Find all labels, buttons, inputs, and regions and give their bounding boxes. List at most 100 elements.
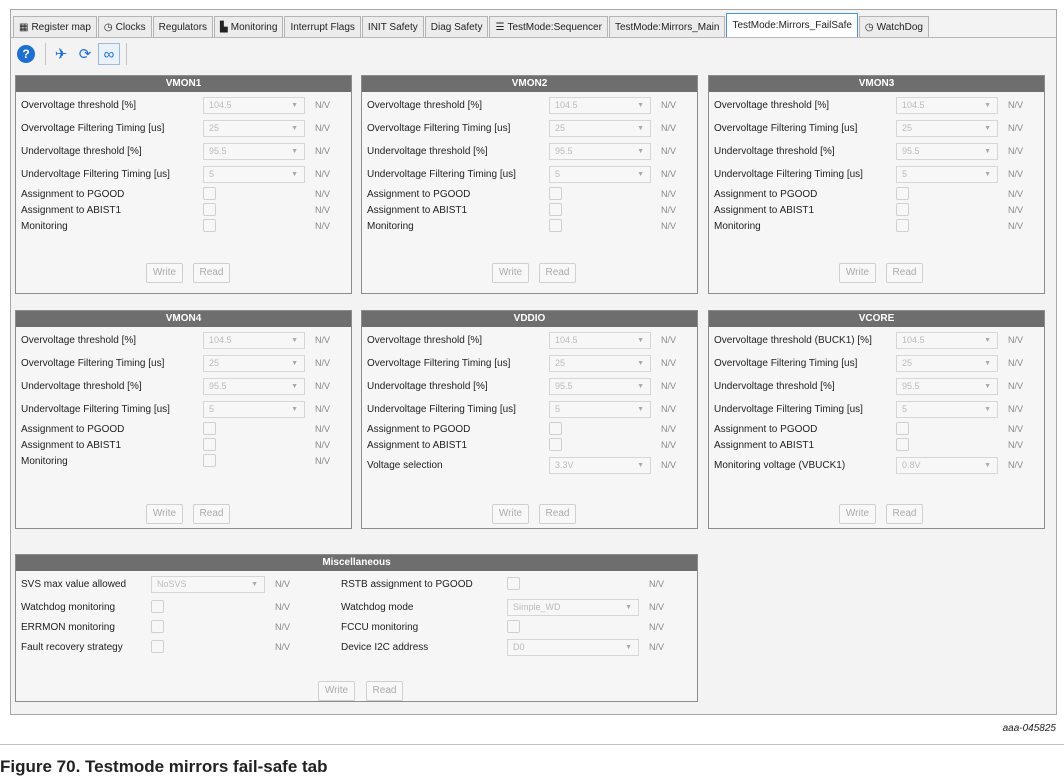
ov-filter-select[interactable]: 25 ▼ — [203, 355, 305, 372]
write-button[interactable]: Write — [146, 504, 183, 524]
uv-filter-row: Undervoltage Filtering Timing [us] 5 ▼ N/V — [362, 400, 697, 420]
ov-filter-select[interactable]: 25 ▼ — [549, 355, 651, 372]
ov-threshold-select[interactable]: 104.5 ▼ — [203, 332, 305, 349]
ov-filter-row: Overvoltage Filtering Timing [us] 25 ▼ N/V — [709, 354, 1044, 374]
tab-testmode-mirrors-failsafe[interactable]: TestMode:Mirrors_FailSafe — [726, 13, 858, 37]
uv-threshold-select[interactable]: 95.5 ▼ — [203, 143, 305, 160]
tab-label: TestMode:Sequencer — [507, 21, 602, 33]
write-button[interactable]: Write — [492, 504, 529, 524]
vmon1-panel: VMON1 Overvoltage threshold [%] 104.5 ▼ N/V… — [15, 75, 352, 294]
abist-label: Assignment to ABIST1 — [367, 205, 468, 216]
abist-checkbox[interactable] — [549, 203, 562, 216]
ov-threshold-select[interactable]: 104.5 ▼ — [896, 332, 998, 349]
write-button[interactable]: Write — [492, 263, 529, 283]
uv-filter-select[interactable]: 5 ▼ — [896, 401, 998, 418]
nv-status: N/V — [315, 358, 331, 368]
pgood-checkbox[interactable] — [549, 422, 562, 435]
abist-checkbox[interactable] — [203, 203, 216, 216]
vmon2-panel: VMON2 Overvoltage threshold [%] 104.5 ▼ N/V… — [361, 75, 698, 294]
read-button[interactable]: Read — [539, 504, 576, 524]
tab-label: Interrupt Flags — [290, 21, 355, 33]
svs-value: NoSVS — [157, 579, 187, 589]
monitoring-checkbox[interactable] — [549, 219, 562, 232]
uv-filter-select[interactable]: 5 ▼ — [549, 401, 651, 418]
ov-threshold-select[interactable]: 104.5 ▼ — [549, 332, 651, 349]
vmon3-title: VMON3 — [709, 76, 1044, 92]
pgood-checkbox[interactable] — [896, 187, 909, 200]
i2c-address-value: D0 — [513, 642, 525, 652]
monitoring-checkbox[interactable] — [896, 219, 909, 232]
voltage-selection-select[interactable]: 3.3V ▼ — [549, 457, 651, 474]
uv-threshold-select[interactable]: 95.5 ▼ — [896, 378, 998, 395]
tab-testmode-sequencer[interactable]: ☰ TestMode:Sequencer — [489, 16, 608, 37]
uv-filter-select[interactable]: 5 ▼ — [549, 166, 651, 183]
read-button[interactable]: Read — [366, 681, 403, 701]
ov-filter-select[interactable]: 25 ▼ — [896, 355, 998, 372]
fccu-checkbox[interactable] — [507, 620, 520, 633]
tab-clocks[interactable]: ◷ Clocks — [97, 16, 152, 37]
tab-register-map[interactable]: ▦ Register map — [13, 16, 97, 37]
write-button[interactable]: Write — [839, 504, 876, 524]
send-button[interactable]: ✈ — [50, 43, 72, 65]
read-button[interactable]: Read — [193, 504, 230, 524]
write-button[interactable]: Write — [839, 263, 876, 283]
uv-threshold-label: Undervoltage threshold [%] — [367, 381, 488, 392]
tab-label: Regulators — [158, 21, 208, 33]
uv-threshold-select[interactable]: 95.5 ▼ — [203, 378, 305, 395]
read-button[interactable]: Read — [886, 504, 923, 524]
uv-threshold-select[interactable]: 95.5 ▼ — [549, 143, 651, 160]
loop-button[interactable]: ∞ — [98, 43, 120, 65]
nv-status: N/V — [315, 424, 331, 434]
help-button[interactable]: ? — [17, 45, 35, 63]
nv-status: N/V — [1008, 358, 1024, 368]
read-button[interactable]: Read — [539, 263, 576, 283]
tab-testmode-mirrors-main[interactable]: TestMode:Mirrors_Main — [608, 16, 726, 37]
monitoring-checkbox[interactable] — [203, 219, 216, 232]
tab-monitoring[interactable]: ▙ Monitoring — [214, 16, 284, 37]
rstb-row: RSTB assignment to PGOOD N/V — [336, 575, 696, 595]
read-button[interactable]: Read — [886, 263, 923, 283]
abist-checkbox[interactable] — [896, 438, 909, 451]
ov-filter-select[interactable]: 25 ▼ — [896, 120, 998, 137]
abist-checkbox[interactable] — [203, 438, 216, 451]
abist-checkbox[interactable] — [549, 438, 562, 451]
i2c-address-select[interactable]: D0 ▼ — [507, 639, 639, 656]
ov-filter-select[interactable]: 25 ▼ — [203, 120, 305, 137]
refresh-button[interactable]: ⟳ — [74, 43, 96, 65]
pgood-checkbox[interactable] — [203, 422, 216, 435]
write-button[interactable]: Write — [318, 681, 355, 701]
ov-filter-select[interactable]: 25 ▼ — [549, 120, 651, 137]
read-button[interactable]: Read — [193, 263, 230, 283]
ov-threshold-select[interactable]: 104.5 ▼ — [896, 97, 998, 114]
uv-filter-select[interactable]: 5 ▼ — [203, 166, 305, 183]
tab-interrupt-flags[interactable]: Interrupt Flags — [284, 16, 361, 37]
watchdog-monitoring-checkbox[interactable] — [151, 600, 164, 613]
tab-init-safety[interactable]: INIT Safety — [361, 16, 424, 37]
pgood-checkbox[interactable] — [203, 187, 216, 200]
pgood-checkbox[interactable] — [549, 187, 562, 200]
errmon-checkbox[interactable] — [151, 620, 164, 633]
ov-filter-label: Overvoltage Filtering Timing [us] — [367, 123, 511, 134]
monitoring-checkbox[interactable] — [203, 454, 216, 467]
ov-threshold-select[interactable]: 104.5 ▼ — [549, 97, 651, 114]
ov-threshold-select[interactable]: 104.5 ▼ — [203, 97, 305, 114]
fccu-row: FCCU monitoring N/V — [336, 618, 696, 638]
vddio-panel: VDDIO Overvoltage threshold [%] 104.5 ▼ N/V… — [361, 310, 698, 529]
tab-diag-safety[interactable]: Diag Safety — [424, 16, 489, 37]
uv-filter-select[interactable]: 5 ▼ — [203, 401, 305, 418]
vmon1-title: VMON1 — [16, 76, 351, 92]
write-button[interactable]: Write — [146, 263, 183, 283]
rstb-checkbox[interactable] — [507, 577, 520, 590]
tab-watchdog[interactable]: ◷ WatchDog — [858, 16, 929, 37]
uv-threshold-select[interactable]: 95.5 ▼ — [549, 378, 651, 395]
watchdog-mode-select[interactable]: Simple_WD ▼ — [507, 599, 639, 616]
tab-regulators[interactable]: Regulators — [152, 16, 214, 37]
pgood-checkbox[interactable] — [896, 422, 909, 435]
nv-status: N/V — [1008, 123, 1024, 133]
uv-filter-select[interactable]: 5 ▼ — [896, 166, 998, 183]
monitoring-voltage-select[interactable]: 0.8V ▼ — [896, 457, 998, 474]
uv-threshold-select[interactable]: 95.5 ▼ — [896, 143, 998, 160]
fault-recovery-checkbox[interactable] — [151, 640, 164, 653]
abist-checkbox[interactable] — [896, 203, 909, 216]
svs-select[interactable]: NoSVS ▼ — [151, 576, 265, 593]
